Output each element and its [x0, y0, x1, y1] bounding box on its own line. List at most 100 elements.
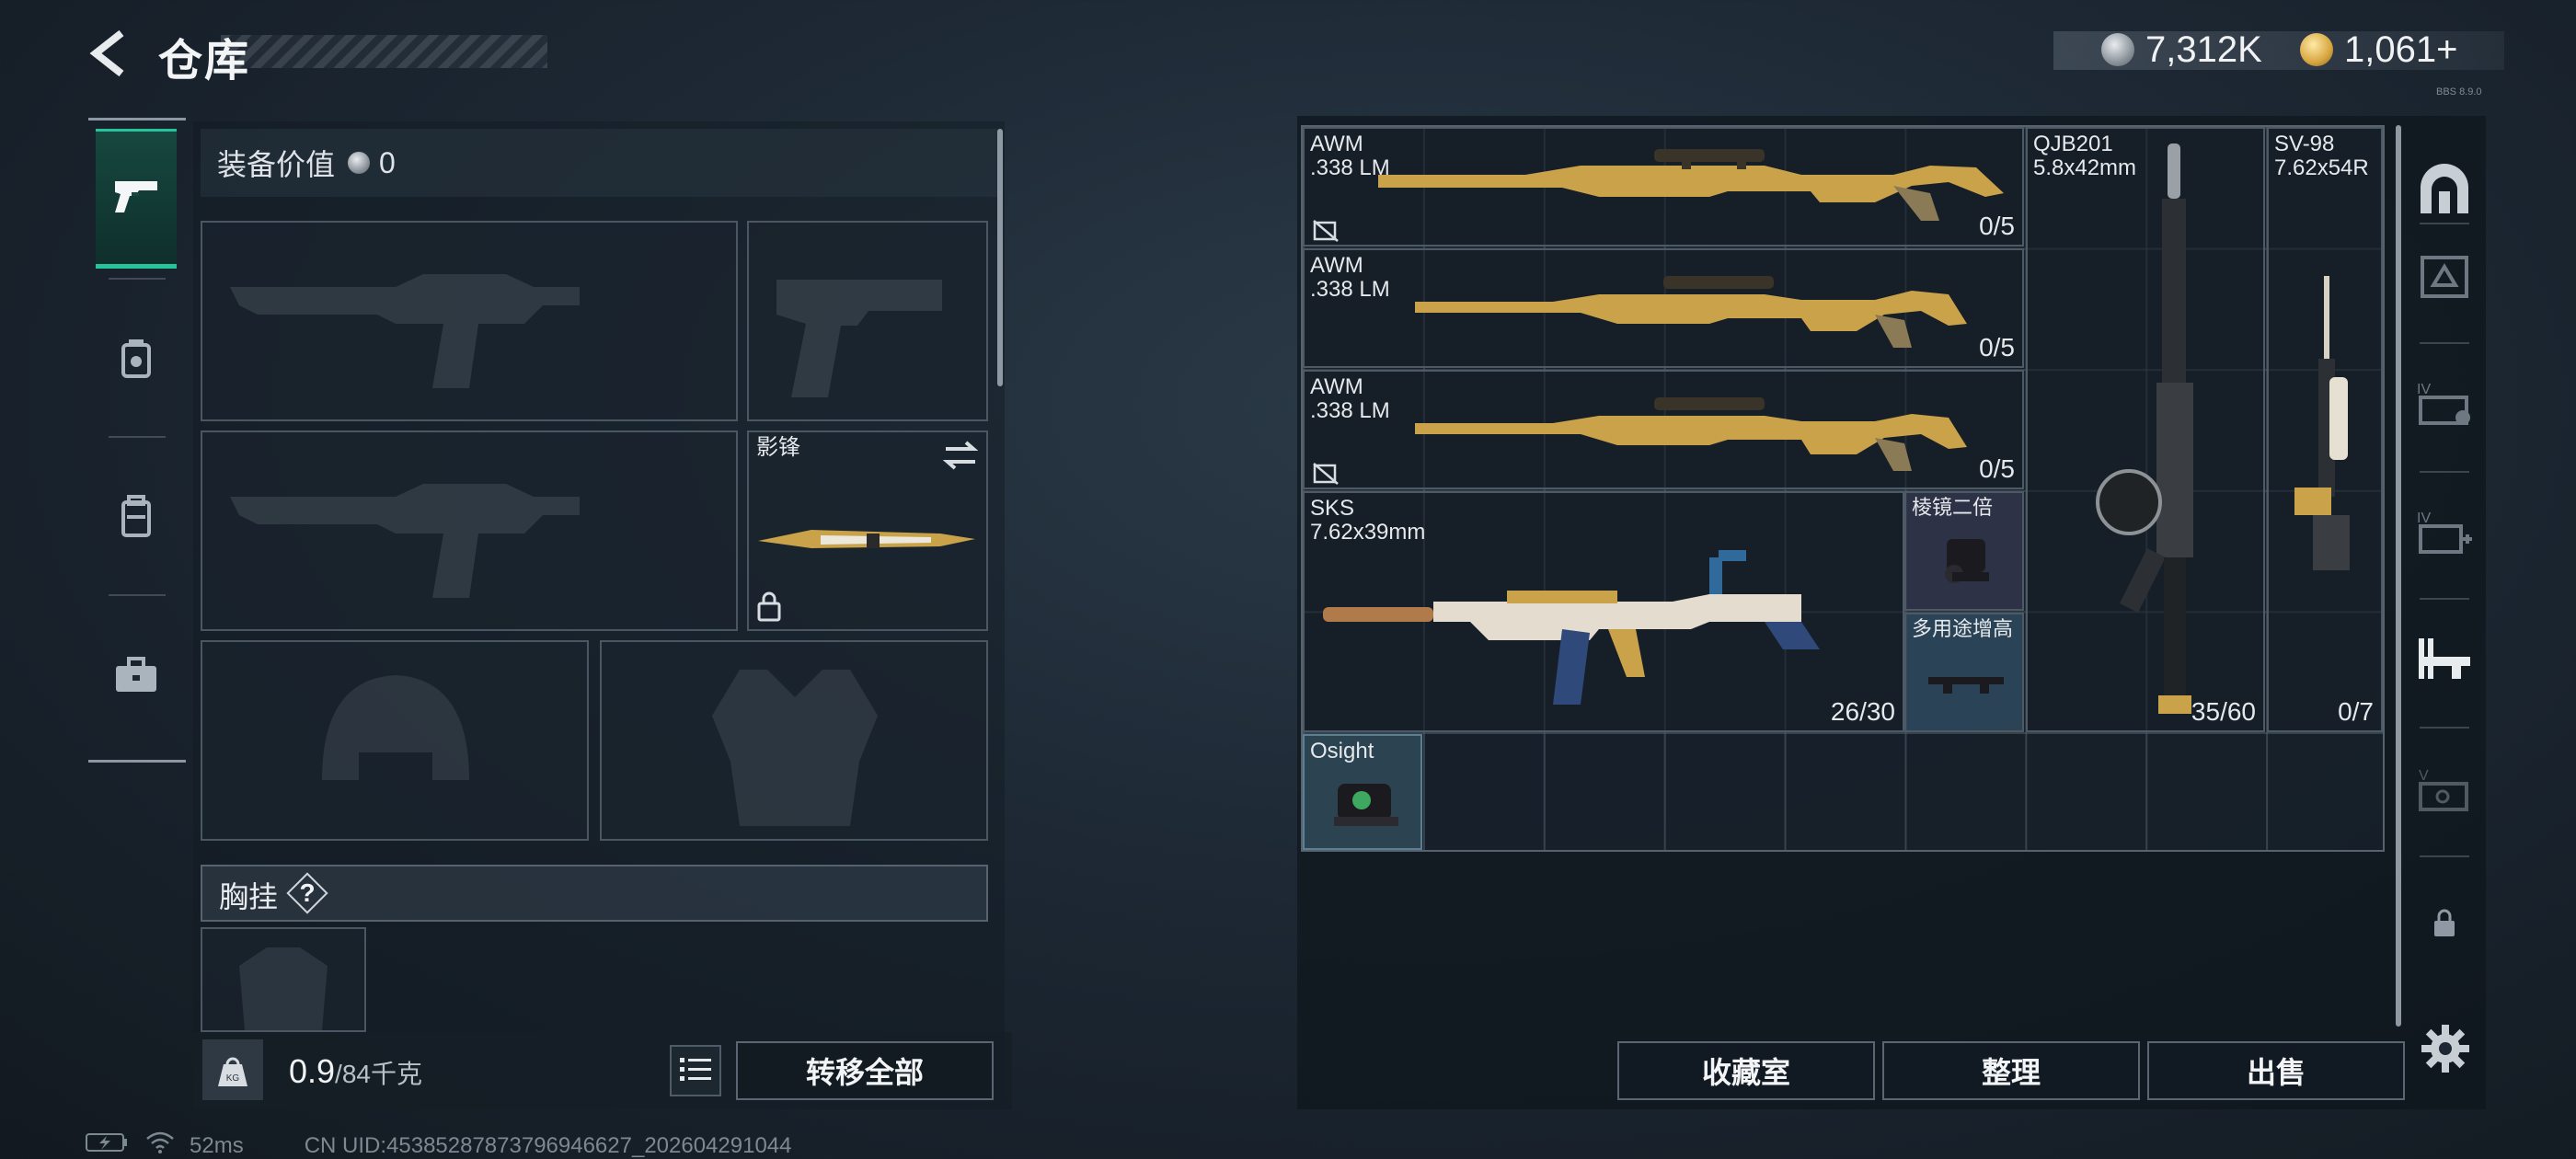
container-icon — [2417, 250, 2472, 306]
chest-rig-silhouette-icon — [239, 947, 328, 1030]
case-tab[interactable] — [96, 607, 177, 747]
weapon-rack-icon — [2415, 635, 2474, 691]
swap-arrows-icon[interactable] — [942, 440, 979, 476]
gear-tab[interactable] — [96, 291, 177, 430]
level4-crate-tab[interactable]: IV — [2403, 350, 2486, 460]
gold-coin-icon — [2300, 33, 2333, 66]
stash-item-osight[interactable]: Osight — [1303, 734, 1422, 850]
left-nav-divider — [109, 278, 166, 280]
rifle-silhouette-icon — [230, 274, 580, 388]
transfer-all-button[interactable]: 转移全部 — [736, 1041, 994, 1100]
melee-slot[interactable]: 影锋 — [747, 430, 988, 631]
right-nav-divider — [2420, 598, 2469, 600]
briefcase-icon — [114, 656, 158, 698]
item-caliber: 7.62x54R — [2274, 155, 2369, 180]
gear-icon — [2421, 1024, 2469, 1077]
locked-tab[interactable] — [2403, 870, 2486, 981]
left-nav-bottom-rule — [88, 760, 186, 763]
item-name: SKS — [1310, 496, 1355, 521]
no-scope-icon — [1312, 219, 1340, 247]
list-view-button[interactable] — [670, 1045, 721, 1096]
level4-medical-icon: IV — [2415, 506, 2474, 562]
help-button[interactable]: ? — [285, 872, 329, 914]
status-bar: 52ms CN UID:453852878737969466​27_202604… — [85, 1131, 792, 1159]
weight-readout: 0.9/84千克 — [289, 1052, 422, 1091]
item-name: AWM — [1310, 374, 1363, 399]
stash-item-sks[interactable]: SKS 7.62x39mm 26/30 — [1303, 491, 1904, 732]
level5-crate-tab[interactable]: V — [2403, 736, 2486, 846]
level4-medical-tab[interactable]: IV — [2403, 478, 2486, 589]
item-count: 0/7 — [2338, 697, 2374, 726]
vest-silhouette-icon — [712, 670, 878, 826]
stash-item-awm-2[interactable]: AWM .338 LM 0/5 — [1303, 248, 2024, 368]
gold-currency: 1,061+ — [2300, 28, 2457, 72]
pistol-silhouette-icon — [776, 280, 942, 397]
left-nav-divider — [109, 594, 166, 596]
chest-rig-slot[interactable] — [201, 927, 366, 1032]
settings-button[interactable] — [2416, 1021, 2475, 1080]
primary-weapon-slot-2[interactable] — [201, 430, 738, 631]
left-nav-top-rule — [88, 118, 186, 120]
sniper-rifle-icon — [1378, 138, 2022, 244]
body-armor-slot[interactable] — [600, 640, 988, 841]
collection-room-button[interactable]: 收藏室 — [1617, 1041, 1875, 1100]
weight-current: 0.9 — [289, 1052, 336, 1090]
weapons-tab[interactable] — [96, 129, 177, 269]
item-name: SV-98 — [2274, 132, 2335, 156]
item-caliber: .338 LM — [1310, 398, 1390, 423]
blade-weapon-icon — [756, 521, 981, 562]
svg-text:KG: KG — [226, 1073, 240, 1084]
build-tag: BBS 8.9.0 — [2436, 86, 2482, 98]
organize-button[interactable]: 整理 — [1882, 1041, 2140, 1100]
title-stripe-decoration — [221, 35, 547, 68]
level5-crate-icon: V — [2415, 763, 2474, 820]
silver-currency: 7,312K — [2101, 28, 2262, 72]
right-nav-divider — [2420, 471, 2469, 473]
lock-icon — [2432, 909, 2456, 943]
equipment-scrollbar[interactable] — [997, 129, 1003, 386]
stash-item-riser[interactable]: 多用途增高 — [1904, 613, 2024, 732]
backpack-tab[interactable] — [96, 449, 177, 589]
help-text: ? — [299, 878, 316, 907]
equipment-value-number: 0 — [379, 145, 396, 179]
item-count: 0/5 — [1979, 333, 2015, 361]
backpack-icon — [118, 494, 155, 544]
weight-max: /84千克 — [335, 1060, 422, 1088]
uid-text: CN UID:453852878737969466​27_20260429104… — [304, 1132, 792, 1158]
sniper-rifle-icon — [1415, 383, 2022, 488]
page-title: 仓库 — [158, 37, 251, 86]
sniper-rifle-vertical-icon — [2285, 276, 2368, 584]
left-nav-divider — [109, 436, 166, 438]
helmet-slot[interactable] — [201, 640, 589, 841]
equipment-value: 装备价值 0 — [217, 142, 396, 184]
stash-item-awm-1[interactable]: AWM .338 LM 0/5 — [1303, 127, 2024, 247]
weapon-rack-tab[interactable] — [2403, 607, 2486, 717]
sell-button[interactable]: 出售 — [2147, 1041, 2405, 1100]
battery-icon — [85, 1131, 129, 1159]
item-count: 35/60 — [2191, 697, 2256, 726]
item-caliber: .338 LM — [1310, 277, 1390, 302]
sidearm-slot[interactable] — [747, 221, 988, 421]
stash-item-qjb201[interactable]: QJB201 5.8x42mm 35/60 — [2026, 127, 2265, 732]
item-count: 26/30 — [1830, 697, 1895, 726]
right-nav-divider — [2420, 855, 2469, 857]
melee-name: 影锋 — [756, 435, 800, 460]
riser-mount-icon — [1925, 670, 2007, 702]
helmet-silhouette-icon — [322, 675, 469, 780]
stash-item-awm-3[interactable]: AWM .338 LM 0/5 — [1303, 370, 2024, 489]
stash-item-sv98[interactable]: SV-98 7.62x54R 0/7 — [2267, 127, 2383, 732]
vault-icon — [2417, 163, 2472, 220]
primary-weapon-slot-1[interactable] — [201, 221, 738, 421]
item-count: 0/5 — [1979, 454, 2015, 483]
pistol-icon — [111, 176, 161, 221]
silver-coin-icon — [348, 152, 371, 174]
stash-scrollbar[interactable] — [2396, 125, 2401, 1027]
stash-item-prism-scope[interactable]: 棱镜二倍 — [1904, 491, 2024, 611]
back-arrow-icon[interactable] — [83, 26, 138, 81]
container-tab[interactable] — [2403, 223, 2486, 333]
assault-rifle-icon — [1323, 530, 1884, 718]
rifle-silhouette-icon — [230, 484, 580, 598]
item-name: 棱镜二倍 — [1912, 496, 1994, 519]
lock-icon — [756, 591, 782, 626]
chest-rig-label: 胸挂 — [219, 880, 279, 913]
